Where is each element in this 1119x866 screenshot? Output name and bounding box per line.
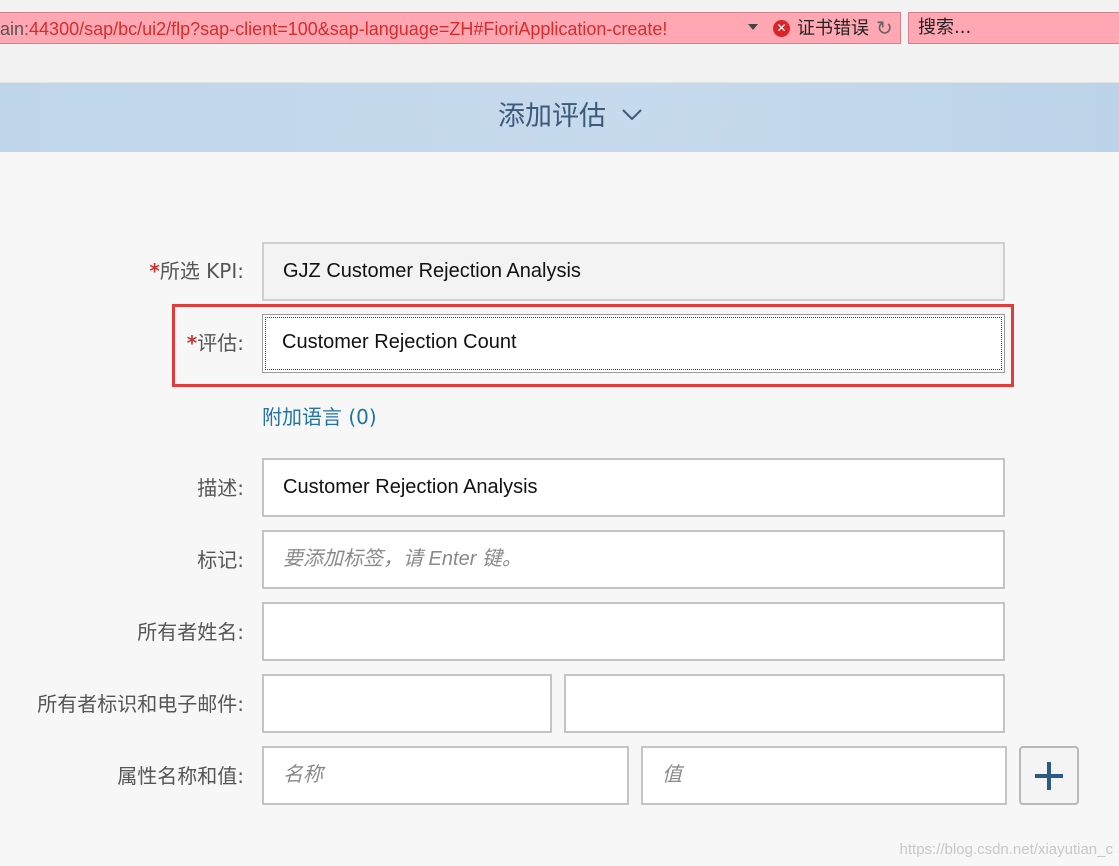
page-title[interactable]: 添加评估 (498, 99, 606, 135)
attributes-label: 属性名称和值: (117, 764, 244, 788)
kpi-label-text: 所选 KPI: (159, 259, 244, 283)
kpi-field: GJZ Customer Rejection Analysis (262, 242, 1005, 301)
url-path: :44300/sap/bc/ui2/flp?sap-client=100&sap… (24, 19, 668, 39)
watermark: https://blog.csdn.net/xiayutian_c (899, 841, 1113, 858)
chevron-down-icon[interactable] (621, 103, 643, 125)
tags-label: 标记: (197, 548, 244, 572)
owner-name-label: 所有者姓名: (137, 620, 244, 644)
cert-error-label[interactable]: 证书错误 (797, 18, 869, 40)
tags-placeholder: 要添加标签，请 Enter 键。 (283, 548, 522, 570)
attribute-value-placeholder: 值 (662, 764, 682, 786)
evaluation-label-text: 评估: (197, 331, 244, 355)
reload-icon[interactable]: ↻ (876, 17, 893, 39)
focus-ring (265, 317, 1002, 370)
cert-error-icon[interactable]: ✕ (773, 20, 790, 37)
plus-icon (1035, 762, 1063, 790)
owner-id-email-label: 所有者标识和电子邮件: (37, 692, 244, 716)
tags-input[interactable]: 要添加标签，请 Enter 键。 (262, 530, 1005, 589)
url-text[interactable]: ain:44300/sap/bc/ui2/flp?sap-client=100&… (0, 18, 740, 40)
attribute-name-placeholder: 名称 (283, 764, 323, 786)
evaluation-input[interactable]: Customer Rejection Count (262, 314, 1005, 373)
app-header: 添加评估 (0, 83, 1119, 152)
owner-name-input[interactable] (262, 602, 1005, 661)
owner-email-input[interactable] (564, 674, 1005, 733)
url-host: ain (0, 19, 25, 39)
add-language-link[interactable]: 附加语言 (0) (262, 404, 377, 430)
evaluation-form: *所选 KPI: GJZ Customer Rejection Analysis… (0, 152, 1119, 866)
description-label: 描述: (197, 476, 244, 500)
add-attribute-button[interactable] (1019, 746, 1079, 805)
browser-search-input[interactable]: 搜索... (908, 12, 1119, 44)
evaluation-label: *评估: (187, 331, 244, 355)
attribute-name-input[interactable]: 名称 (262, 746, 629, 805)
url-dropdown-icon[interactable] (748, 24, 758, 30)
required-marker: * (149, 259, 160, 283)
owner-id-input[interactable] (262, 674, 552, 733)
address-bar[interactable]: ain:44300/sap/bc/ui2/flp?sap-client=100&… (0, 12, 901, 44)
attribute-value-input[interactable]: 值 (641, 746, 1007, 805)
required-marker: * (186, 331, 198, 355)
kpi-label: *所选 KPI: (149, 259, 244, 283)
browser-toolbar: ain:44300/sap/bc/ui2/flp?sap-client=100&… (0, 0, 1119, 83)
description-input[interactable]: Customer Rejection Analysis (262, 458, 1005, 517)
